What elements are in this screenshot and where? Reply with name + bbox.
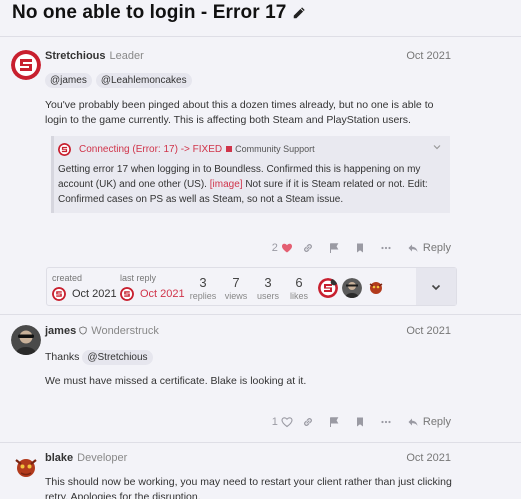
like-button[interactable]: 1 <box>272 414 295 430</box>
avatar[interactable] <box>11 50 41 80</box>
mention[interactable]: @Leahlemoncakes <box>95 73 192 88</box>
pencil-icon[interactable] <box>292 6 306 20</box>
chevron-down-icon[interactable] <box>432 142 442 152</box>
reply-button[interactable]: Reply <box>407 240 451 256</box>
bookmark-icon[interactable] <box>347 240 373 256</box>
quote-body: Getting error 17 when logging in to Boun… <box>58 164 428 205</box>
post-actions: 1 Reply <box>272 414 451 430</box>
topic-title-text[interactable]: No one able to login - Error 17 <box>12 2 286 24</box>
flag-icon[interactable] <box>321 414 347 430</box>
stat-views: 7 views <box>224 275 248 301</box>
mention[interactable]: @james <box>45 73 92 88</box>
avatar <box>120 287 134 301</box>
more-icon[interactable] <box>373 240 399 256</box>
avatar <box>58 142 71 156</box>
reply-icon <box>408 244 418 252</box>
post-text: This should now be working, you may need… <box>45 476 452 499</box>
heart-outline-icon <box>281 417 293 428</box>
avatar[interactable] <box>318 278 338 298</box>
expand-button[interactable] <box>416 268 456 305</box>
more-icon[interactable] <box>373 414 399 430</box>
created-info[interactable]: created Oct 2021 <box>52 273 117 301</box>
like-button[interactable]: 2 <box>272 240 295 256</box>
reply-button[interactable]: Reply <box>407 414 451 430</box>
participants <box>318 278 386 298</box>
avatar <box>52 287 66 301</box>
post-date[interactable]: Oct 2021 <box>406 452 451 464</box>
category-link[interactable]: Community Support <box>235 144 315 154</box>
mentions: @james @Leahlemoncakes <box>45 73 196 88</box>
post-actions: 2 Reply <box>272 240 451 256</box>
stat-likes: 6 likes <box>289 275 308 301</box>
quote-header: Connecting (Error: 17) -> FIXED Communit… <box>58 142 315 156</box>
stat-users: 3 users <box>256 275 279 301</box>
heart-icon <box>281 243 292 253</box>
quote-title-link[interactable]: Connecting (Error: 17) -> FIXED <box>79 144 222 155</box>
divider <box>0 36 521 37</box>
image-link[interactable]: [image] <box>210 179 243 190</box>
avatar[interactable] <box>11 452 41 482</box>
chevron-down-icon <box>431 284 441 290</box>
avatar[interactable] <box>11 325 41 355</box>
divider <box>0 314 521 315</box>
reply-icon <box>408 418 418 426</box>
avatar[interactable] <box>366 278 386 298</box>
topic-title: No one able to login - Error 17 <box>12 0 306 26</box>
post-text: You've probably been pinged about this a… <box>45 99 434 126</box>
quote-block: Connecting (Error: 17) -> FIXED Communit… <box>51 136 450 213</box>
post-text-line: Thanks @Stretchious <box>45 350 157 365</box>
avatar[interactable] <box>342 278 362 298</box>
bookmark-icon[interactable] <box>347 414 373 430</box>
post-username[interactable]: blake Developer <box>45 452 127 464</box>
divider <box>0 442 521 443</box>
post-text: We must have missed a certificate. Blake… <box>45 375 307 387</box>
post-date[interactable]: Oct 2021 <box>406 325 451 337</box>
topic-map: created Oct 2021 last reply Oct 2021 3 r… <box>46 267 457 306</box>
post-date[interactable]: Oct 2021 <box>406 50 451 62</box>
stat-replies: 3 replies <box>189 275 217 301</box>
last-reply-info[interactable]: last reply Oct 2021 <box>120 273 185 301</box>
link-icon[interactable] <box>295 240 321 256</box>
link-icon[interactable] <box>295 414 321 430</box>
flag-icon[interactable] <box>321 240 347 256</box>
post-username[interactable]: james Wonderstruck <box>45 325 159 337</box>
category-badge-icon <box>226 146 233 152</box>
post-username[interactable]: Stretchious Leader <box>45 50 144 62</box>
shield-icon <box>79 326 87 335</box>
mention[interactable]: @Stretchious <box>82 350 153 365</box>
